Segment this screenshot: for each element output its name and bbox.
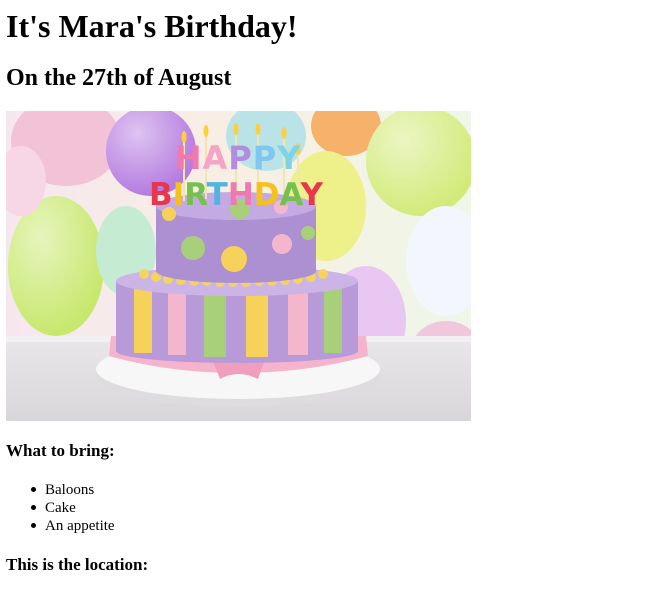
list-item: Cake [31,499,115,517]
candle-text-bottom: BIRTHDAY [149,177,324,213]
birthday-cake-illustration: HAPPY BIRTHDAY [6,111,471,421]
list-item: An appetite [31,518,115,534]
birthday-cake-image: HAPPY BIRTHDAY [6,111,471,421]
page-title: It's Mara's Birthday! [6,8,298,44]
location-heading: This is the location: [6,555,149,574]
candle-text-top: HAPPY [175,139,302,177]
what-to-bring-heading: What to bring: [6,441,115,460]
page-subtitle: On the 27th of August [6,65,232,91]
bring-list: Baloons Cake An appetite [31,481,115,535]
list-item: Baloons [31,481,115,499]
